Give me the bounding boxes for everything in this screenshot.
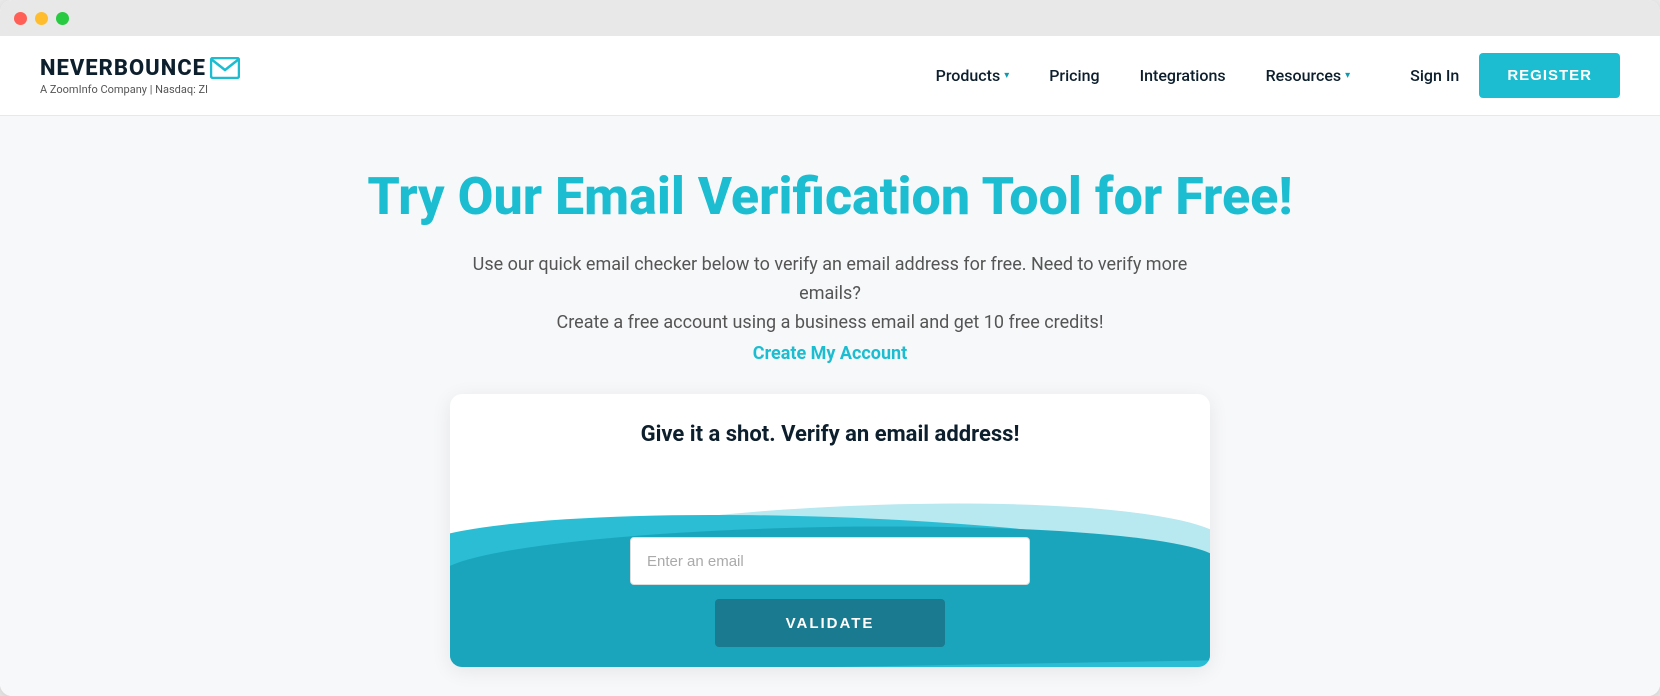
logo: NEVERBOUNCE A ZoomInfo Company | Nasdaq:… bbox=[40, 56, 240, 96]
title-bar bbox=[0, 0, 1660, 36]
nav-resources-label: Resources bbox=[1266, 66, 1342, 85]
sign-in-link[interactable]: Sign In bbox=[1410, 66, 1459, 85]
register-button[interactable]: REGISTER bbox=[1479, 53, 1620, 98]
logo-icon bbox=[210, 57, 240, 79]
verify-card: Give it a shot. Verify an email address!… bbox=[450, 394, 1210, 667]
hero-title: Try Our Email Verification Tool for Free… bbox=[367, 166, 1292, 227]
logo-text: NEVERBOUNCE bbox=[40, 56, 206, 81]
create-account-link[interactable]: Create My Account bbox=[753, 343, 907, 364]
nav-integrations-label: Integrations bbox=[1140, 66, 1226, 85]
hero-description: Use our quick email checker below to ver… bbox=[440, 251, 1220, 337]
nav-link-pricing[interactable]: Pricing bbox=[1049, 66, 1099, 85]
main-content: Try Our Email Verification Tool for Free… bbox=[0, 116, 1660, 696]
nav-actions: Sign In REGISTER bbox=[1410, 53, 1620, 98]
hero-desc-line2: Create a free account using a business e… bbox=[557, 312, 1104, 333]
maximize-button[interactable] bbox=[56, 12, 69, 25]
traffic-lights bbox=[14, 12, 69, 25]
card-title: Give it a shot. Verify an email address! bbox=[490, 422, 1170, 447]
logo-subtitle: A ZoomInfo Company | Nasdaq: ZI bbox=[40, 83, 240, 96]
card-header: Give it a shot. Verify an email address! bbox=[450, 394, 1210, 447]
nav-pricing-label: Pricing bbox=[1049, 66, 1099, 85]
page: NEVERBOUNCE A ZoomInfo Company | Nasdaq:… bbox=[0, 36, 1660, 696]
chevron-down-icon: ▾ bbox=[1004, 70, 1009, 81]
browser-window: NEVERBOUNCE A ZoomInfo Company | Nasdaq:… bbox=[0, 0, 1660, 696]
nav-links: Products ▾ Pricing Integrations Resource… bbox=[936, 66, 1351, 85]
minimize-button[interactable] bbox=[35, 12, 48, 25]
nav-link-products[interactable]: Products ▾ bbox=[936, 66, 1010, 85]
card-body: VALIDATE bbox=[450, 447, 1210, 667]
navbar: NEVERBOUNCE A ZoomInfo Company | Nasdaq:… bbox=[0, 36, 1660, 116]
card-form: VALIDATE bbox=[450, 537, 1210, 647]
logo-name: NEVERBOUNCE bbox=[40, 56, 240, 81]
nav-products-label: Products bbox=[936, 66, 1001, 85]
email-input[interactable] bbox=[630, 537, 1030, 585]
chevron-down-icon: ▾ bbox=[1345, 70, 1350, 81]
close-button[interactable] bbox=[14, 12, 27, 25]
nav-link-integrations[interactable]: Integrations bbox=[1140, 66, 1226, 85]
validate-button[interactable]: VALIDATE bbox=[715, 599, 945, 647]
nav-link-resources[interactable]: Resources ▾ bbox=[1266, 66, 1351, 85]
hero-desc-line1: Use our quick email checker below to ver… bbox=[473, 254, 1188, 304]
